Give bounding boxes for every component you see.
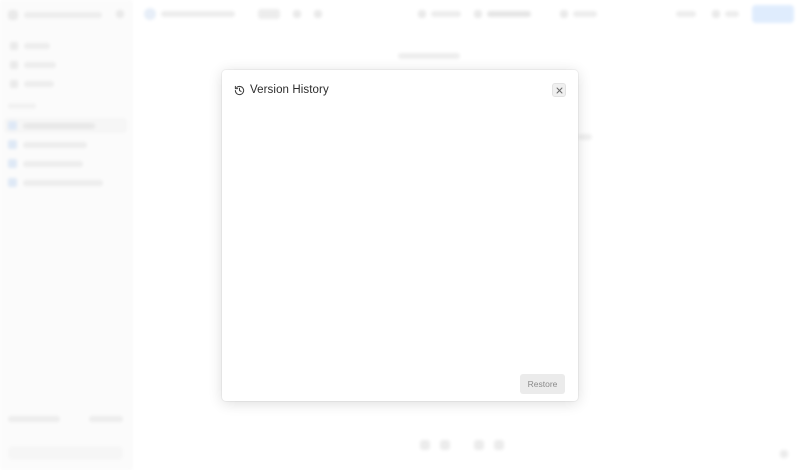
history-icon [234, 85, 245, 96]
close-icon [556, 87, 562, 93]
dialog-title: Version History [250, 84, 329, 96]
app: Version History Restore [0, 0, 800, 470]
dialog-header: Version History [234, 82, 566, 98]
close-button[interactable] [552, 83, 566, 97]
restore-button[interactable]: Restore [520, 374, 565, 394]
version-history-dialog: Version History Restore [222, 70, 578, 401]
version-list [234, 108, 566, 357]
